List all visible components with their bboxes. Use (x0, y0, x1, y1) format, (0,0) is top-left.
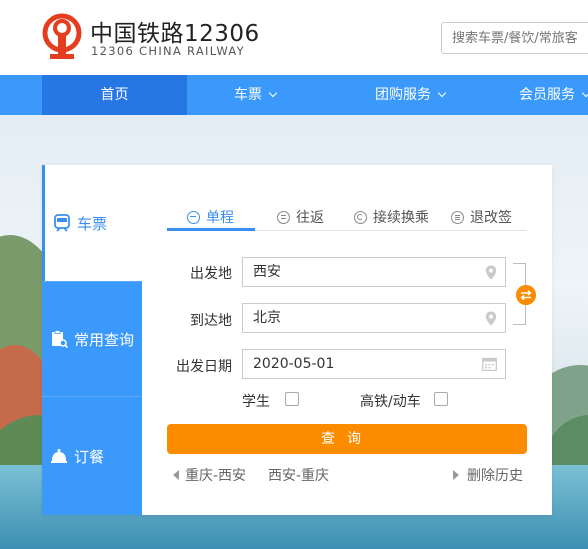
from-station-field[interactable]: 西安 (242, 257, 506, 287)
active-tab-indicator (167, 228, 255, 231)
cycle-circle-icon (354, 210, 367, 224)
sidebar-tab-label: 车票 (77, 214, 108, 233)
from-label: 出发地 (190, 266, 232, 282)
to-label: 到达地 (190, 313, 232, 329)
nav-item-label: 车票 (234, 87, 262, 103)
nav-item-label: 会员服务 (519, 87, 575, 103)
calendar-icon (482, 357, 497, 371)
tab-transfer[interactable]: 接续换乘 (354, 203, 429, 231)
departure-date-field[interactable]: 2020-05-01 (242, 349, 506, 379)
tab-label: 接续换乘 (373, 210, 429, 226)
delete-history-label: 删除历史 (467, 468, 523, 484)
sidebar-tab-label: 常用查询 (74, 330, 135, 349)
tab-label: 往返 (296, 210, 324, 226)
train-icon (54, 214, 70, 232)
booking-sidebar: 车票 常用查询 订餐 (42, 165, 142, 515)
tab-refund-change[interactable]: 退改签 (451, 203, 512, 231)
nav-item-label: 首页 (100, 87, 129, 103)
departure-date-value: 2020-05-01 (253, 356, 335, 372)
to-station-field[interactable]: 北京 (242, 303, 506, 333)
delete-history[interactable]: 删除历史 (453, 465, 523, 485)
list-circle-icon (451, 210, 464, 224)
nav-item-tickets[interactable]: 车票 (215, 75, 295, 115)
hsr-checkbox[interactable] (434, 392, 448, 406)
history-prev-icon[interactable] (173, 470, 179, 480)
tab-round-trip[interactable]: 往返 (277, 203, 324, 231)
sidebar-tab-meal-order[interactable]: 订餐 (42, 396, 142, 515)
site-header: 中国铁路12306 12306 CHINA RAILWAY (0, 0, 588, 75)
sidebar-tab-tickets[interactable]: 车票 (42, 165, 142, 281)
sidebar-tab-label: 订餐 (74, 447, 105, 466)
history-list: 重庆-西安 (173, 465, 246, 485)
hsr-label: 高铁/动车 (360, 394, 421, 410)
nav-item-group-service[interactable]: 团购服务 (355, 75, 465, 115)
location-pin-icon (485, 311, 497, 326)
chevron-down-icon (437, 88, 447, 98)
student-checkbox[interactable] (285, 392, 299, 406)
chevron-down-icon (581, 88, 588, 98)
brand-title: 中国铁路12306 (90, 21, 260, 47)
sidebar-tab-common-query[interactable]: 常用查询 (42, 281, 142, 396)
history-item[interactable]: 西安-重庆 (268, 468, 329, 484)
nav-item-label: 团购服务 (375, 87, 431, 103)
swap-stations-icon[interactable] (516, 285, 536, 305)
history-item[interactable]: 重庆-西安 (185, 468, 246, 484)
minus-circle-icon (187, 210, 200, 224)
search-input[interactable] (441, 22, 588, 54)
equals-circle-icon (277, 210, 290, 224)
to-station-value: 北京 (253, 310, 281, 326)
booking-card: 车票 常用查询 订餐 单程 往返 接续换乘 退改签 出发地 西安 到达地 北京 … (42, 165, 552, 515)
date-label: 出发日期 (176, 359, 232, 375)
tab-label: 单程 (206, 210, 234, 226)
chevron-down-icon (268, 88, 278, 98)
railway-logo-icon[interactable] (41, 12, 83, 60)
query-button[interactable]: 查询 (167, 424, 527, 454)
brand-subtitle: 12306 CHINA RAILWAY (91, 44, 246, 58)
food-cloche-icon (51, 449, 67, 463)
main-nav: 首页 车票 团购服务 会员服务 (0, 75, 588, 115)
student-label: 学生 (242, 394, 270, 410)
location-pin-icon (485, 265, 497, 280)
clipboard-search-icon (52, 330, 68, 348)
tab-one-way[interactable]: 单程 (187, 203, 234, 231)
nav-item-home[interactable]: 首页 (42, 75, 187, 115)
tab-label: 退改签 (470, 210, 512, 226)
trip-type-tabs: 单程 往返 接续换乘 退改签 (167, 203, 527, 231)
history-next-icon[interactable] (453, 470, 459, 480)
from-station-value: 西安 (253, 264, 281, 280)
history-item-wrap: 西安-重庆 (268, 465, 329, 485)
nav-item-member-service[interactable]: 会员服务 (505, 75, 588, 115)
